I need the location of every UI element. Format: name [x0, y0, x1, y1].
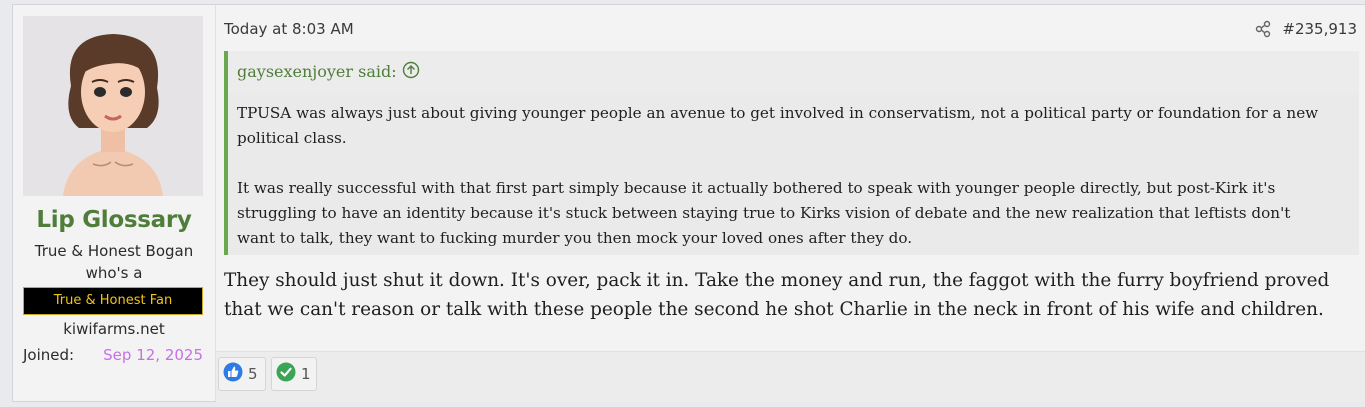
- thumbs-up-icon: [223, 362, 243, 387]
- user-banner: True & Honest Fan: [23, 287, 203, 315]
- joined-date: Sep 12, 2025: [103, 346, 203, 364]
- quote-block: gaysexenjoyer said: TPUSA was always jus…: [224, 51, 1359, 255]
- post-main: Today at 8:03 AM #235,913 gaysexenjoyer …: [216, 5, 1365, 402]
- reaction-count: 5: [248, 365, 258, 383]
- jump-to-quote-icon[interactable]: [402, 61, 420, 79]
- quote-paragraph: TPUSA was always just about giving young…: [237, 104, 1319, 147]
- quote-header: gaysexenjoyer said:: [228, 51, 1359, 93]
- forum-post: Lip Glossary True & Honest Bogan who's a…: [12, 4, 1365, 402]
- reaction-count: 1: [301, 365, 311, 383]
- quote-author[interactable]: gaysexenjoyer said:: [237, 62, 397, 81]
- quote-paragraph: It was really successful with that first…: [237, 179, 1291, 247]
- share-icon[interactable]: [1254, 20, 1272, 38]
- post-message: They should just shut it down. It's over…: [224, 270, 1330, 320]
- user-title: True & Honest Bogan who's a: [34, 242, 194, 282]
- avatar[interactable]: [23, 16, 203, 196]
- joined-label: Joined:: [23, 346, 75, 364]
- reaction-like[interactable]: 5: [218, 357, 266, 391]
- checkmark-icon: [276, 362, 296, 387]
- post-date[interactable]: Today at 8:03 AM: [224, 20, 354, 38]
- avatar-image: [23, 16, 203, 196]
- user-sidebar: Lip Glossary True & Honest Bogan who's a…: [13, 5, 216, 401]
- post-number[interactable]: #235,913: [1282, 20, 1357, 38]
- username[interactable]: Lip Glossary: [13, 207, 215, 233]
- user-site: kiwifarms.net: [63, 320, 165, 338]
- reaction-agree[interactable]: 1: [271, 357, 317, 391]
- post-footer: 5 1: [216, 351, 1365, 402]
- quote-body: TPUSA was always just about giving young…: [237, 101, 1322, 276]
